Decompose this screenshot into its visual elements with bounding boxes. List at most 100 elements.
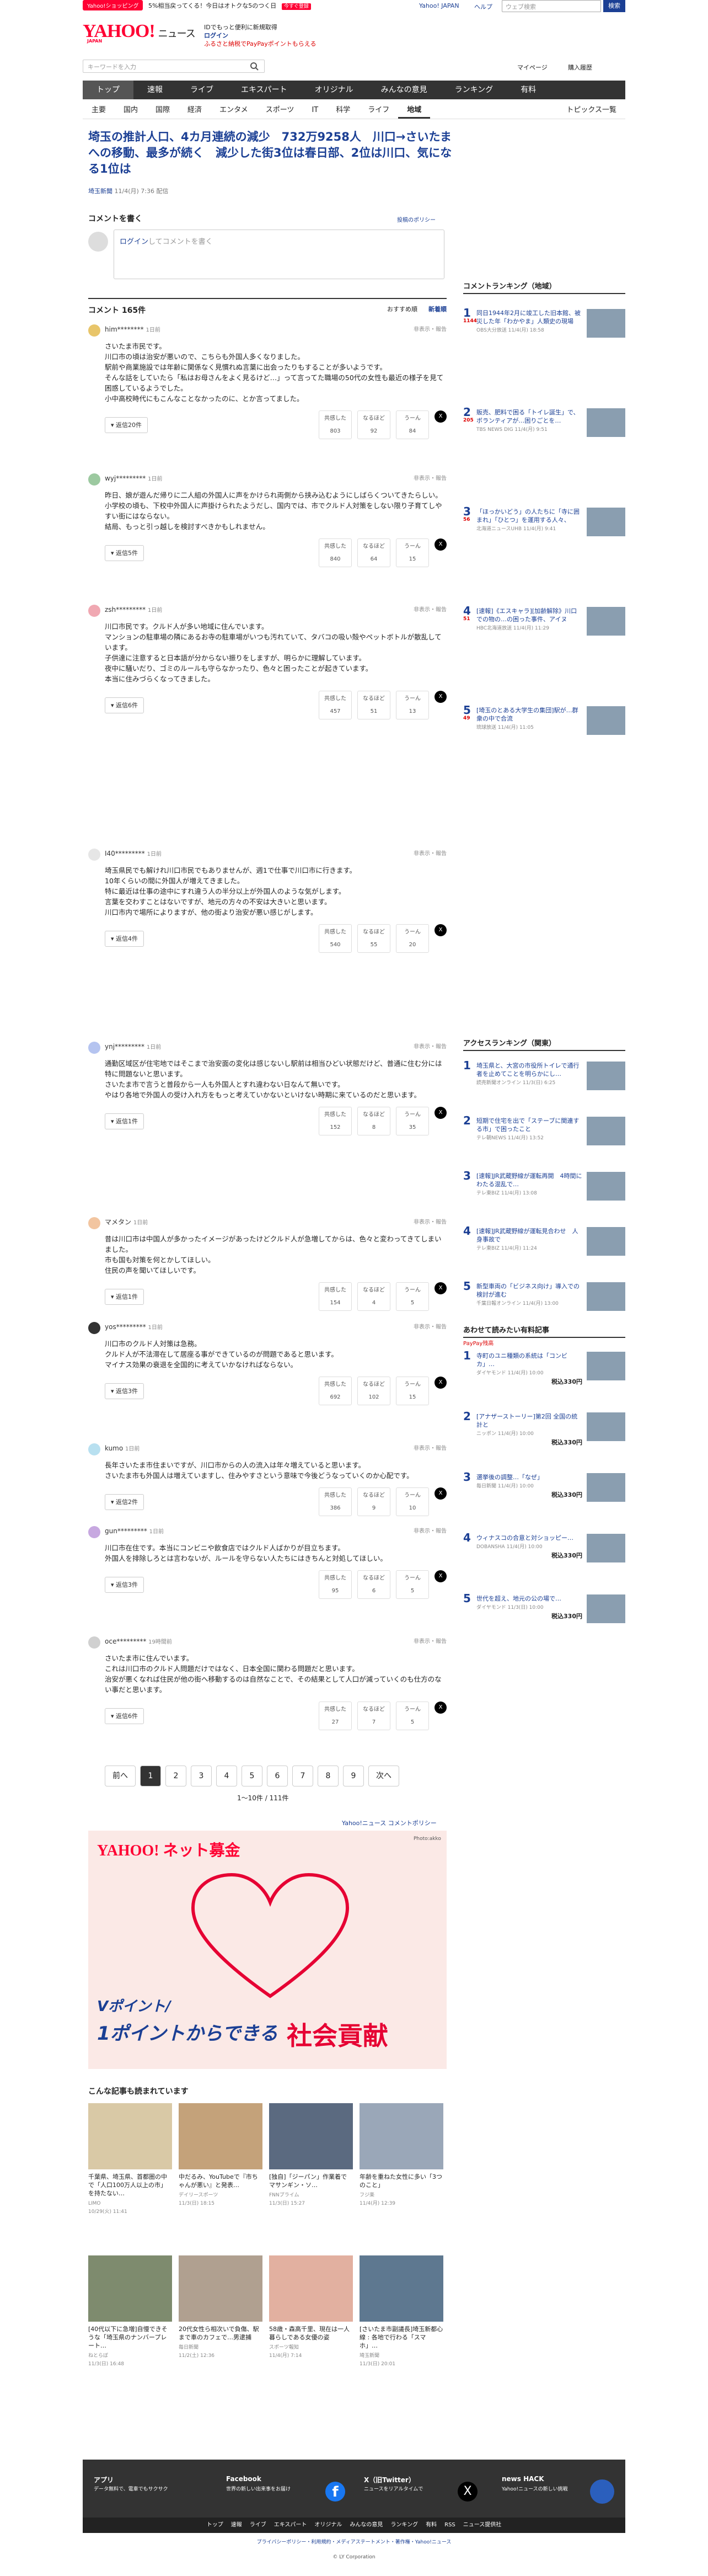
sort-recommended[interactable]: おすすめ順: [387, 305, 417, 316]
reaction-button[interactable]: うーん 20: [396, 924, 429, 953]
nav-live[interactable]: ライブ: [176, 81, 227, 99]
footer-link[interactable]: エキスパート: [274, 2518, 307, 2533]
reaction-button[interactable]: 共感した 152: [319, 1107, 352, 1135]
share-x-icon[interactable]: X: [435, 538, 447, 551]
ranking-item[interactable]: 3 56 「ほっかいどう」の人たちに「寺に囲まれ」「ひとつ」を運用する人々、 北海道ニ…: [463, 506, 625, 536]
reaction-button[interactable]: なるほど 7: [357, 1702, 390, 1730]
reaction-button[interactable]: なるほど 92: [357, 410, 390, 439]
rank-thumbnail[interactable]: [587, 508, 625, 536]
reaction-button[interactable]: なるほど 8: [357, 1107, 390, 1135]
rank-title[interactable]: 寺町のユニ種類の系統は「コンビカ」… ダイヤモンド 11/4(月) 10:00 税込…: [476, 1352, 582, 1386]
commenter-avatar[interactable]: [88, 473, 100, 486]
nav-top[interactable]: トップ: [83, 81, 133, 99]
pager-page[interactable]: 5: [242, 1766, 262, 1786]
reaction-button[interactable]: 共感した 95: [319, 1570, 352, 1599]
hack-icon[interactable]: [590, 2479, 614, 2504]
commenter-avatar[interactable]: [88, 1217, 100, 1229]
article-thumbnail[interactable]: [88, 2255, 172, 2322]
pager-page[interactable]: 7: [292, 1766, 313, 1786]
commenter-name[interactable]: wyj********* 1日前: [105, 473, 447, 484]
article-source[interactable]: 埼玉新聞: [88, 188, 112, 195]
rank-title[interactable]: 「ほっかいどう」の人たちに「寺に囲まれ」「ひとつ」を運用する人々、 北海道ニュース…: [476, 508, 582, 536]
share-x-icon[interactable]: X: [435, 1570, 447, 1582]
commenter-name[interactable]: him******** 1日前: [105, 324, 447, 335]
ranking-item[interactable]: 3 選挙後の調整…「なぜ」 毎日新聞 11/4(月) 10:00 税込330円: [463, 1471, 625, 1502]
link-purchase-history[interactable]: 購入履歴: [568, 63, 592, 72]
share-x-icon[interactable]: X: [435, 1377, 447, 1389]
reaction-button[interactable]: うーん 15: [396, 1377, 429, 1405]
footer-legal[interactable]: プライバシーポリシー・利用規約・メディアステートメント・著作権・Yahoo!ニュ…: [83, 2538, 625, 2545]
reply-button[interactable]: ▾ 返信1件: [105, 1288, 144, 1305]
reply-button[interactable]: ▾ 返信5件: [105, 545, 144, 561]
rank-title[interactable]: 世代を超え、地元の公の場で… ダイヤモンド 11/3(日) 10:00 税込330円: [476, 1594, 582, 1623]
pager-page[interactable]: 6: [267, 1766, 288, 1786]
nav-paid[interactable]: 有料: [507, 81, 550, 99]
reply-button[interactable]: ▾ 返信3件: [105, 1383, 144, 1399]
commenter-name[interactable]: kumo 1日前: [105, 1443, 447, 1454]
rank-thumbnail[interactable]: [587, 1352, 625, 1380]
posting-policy-link[interactable]: 投稿のポリシー: [397, 215, 436, 223]
reaction-button[interactable]: 共感した 840: [319, 538, 352, 567]
ranking-item[interactable]: 5 新型車両の「ビジネス向け」導入での検討が進む 千葉日報オンライン 11/4(月)…: [463, 1281, 625, 1311]
rank-thumbnail[interactable]: [587, 1062, 625, 1090]
rank-title[interactable]: [速報]JR武蔵野線が運転見合わせ 人身事故で テレ東BIZ 11/4(月) 11…: [476, 1227, 582, 1256]
article-title[interactable]: 埼玉の推計人口、4カ月連続の減少 732万9258人 川口→さいたまへの移動、最…: [88, 129, 452, 177]
header-login-link[interactable]: ログイン: [204, 31, 316, 40]
share-x-icon[interactable]: X: [435, 1282, 447, 1294]
reaction-button[interactable]: うーん 13: [396, 691, 429, 719]
reaction-button[interactable]: 共感した 457: [319, 691, 352, 719]
also-read-item[interactable]: 20代女性ら相次いで負傷、駅まで車のカフェで…男逮捕 毎日新聞 11/2(土) 12…: [179, 2255, 262, 2360]
ranking-item[interactable]: 5 世代を超え、地元の公の場で… ダイヤモンド 11/3(日) 10:00 税込330…: [463, 1593, 625, 1623]
donation-banner[interactable]: YAHOO! ネット募金 Photo:akko Vポイント/ 1ポイントからでき…: [88, 1831, 447, 2069]
rank-title[interactable]: 販売、肥料で困る「トイレ誕生」で、ボランティアが…困りごとを… TBS NEWS …: [476, 408, 582, 437]
rank-thumbnail[interactable]: [587, 1117, 625, 1145]
report-link[interactable]: 非表示・報告: [414, 1443, 447, 1454]
cat-main[interactable]: 主要: [83, 103, 115, 119]
cat-international[interactable]: 国際: [147, 103, 179, 119]
article-thumbnail[interactable]: [179, 2255, 262, 2322]
commenter-name[interactable]: ynj********* 1日前: [105, 1042, 447, 1053]
reaction-button[interactable]: なるほど 64: [357, 538, 390, 567]
cat-life[interactable]: ライフ: [359, 103, 398, 119]
footer-link[interactable]: 速報: [231, 2518, 242, 2533]
comment-textarea[interactable]: ログインしてコメントを書く: [114, 230, 444, 279]
rank-thumbnail[interactable]: [587, 1473, 625, 1502]
reaction-button[interactable]: うーん 35: [396, 1107, 429, 1135]
report-link[interactable]: 非表示・報告: [414, 1322, 447, 1332]
news-search-input[interactable]: キーワードを入力: [83, 60, 265, 73]
footer-x[interactable]: X（旧Twitter）: [364, 2475, 415, 2484]
reaction-button[interactable]: なるほど 9: [357, 1487, 390, 1516]
cat-science[interactable]: 科学: [327, 103, 359, 119]
footer-link[interactable]: ランキング: [390, 2518, 418, 2533]
pager-page[interactable]: 4: [216, 1766, 237, 1786]
rank-title[interactable]: 同日1944年2月に竣工した旧本館、被災した年「わかやま」人類史の現場 OBS大分…: [476, 309, 582, 338]
ranking-item[interactable]: 4 ウィナスコの合意と対ショッピー… DOBANSHA 11/4(月) 10:00 税…: [463, 1532, 625, 1562]
header-promo-text[interactable]: ふるさと納税でPayPayポイントもらえる: [204, 40, 316, 48]
report-link[interactable]: 非表示・報告: [414, 324, 447, 335]
reaction-button[interactable]: 共感した 803: [319, 410, 352, 439]
report-link[interactable]: 非表示・報告: [414, 605, 447, 615]
footer-link[interactable]: RSS: [444, 2518, 455, 2533]
rank-title[interactable]: [速報]JR武蔵野線が運転再開 4時間にわたる混乱で… テレ東BIZ 11/4(月…: [476, 1172, 582, 1201]
also-read-item[interactable]: 中だるみ、YouTubeで『市ちゃんが悪い』と発表… デイリースポーツ 11/3(日…: [179, 2103, 262, 2208]
commenter-avatar[interactable]: [88, 849, 100, 861]
commenter-avatar[interactable]: [88, 1042, 100, 1054]
share-x-icon[interactable]: X: [435, 1107, 447, 1119]
commenter-name[interactable]: yos********* 1日前: [105, 1322, 447, 1333]
link-help[interactable]: ヘルプ: [474, 2, 492, 11]
reaction-button[interactable]: なるほど 55: [357, 924, 390, 953]
reply-button[interactable]: ▾ 返信2件: [105, 1494, 144, 1510]
ranking-item[interactable]: 1 寺町のユニ種類の系統は「コンビカ」… ダイヤモンド 11/4(月) 10:00 税…: [463, 1350, 625, 1386]
rank-title[interactable]: [埼玉のとある大学生の集団]駅が…群衆の中で合流 琉球放送 11/4(月) 11:…: [476, 706, 582, 735]
rank-title[interactable]: 選挙後の調整…「なぜ」 毎日新聞 11/4(月) 10:00 税込330円: [476, 1473, 582, 1502]
share-x-icon[interactable]: X: [435, 1702, 447, 1714]
reaction-button[interactable]: うーん 5: [396, 1282, 429, 1311]
commenter-avatar[interactable]: [88, 324, 100, 337]
reply-button[interactable]: ▾ 返信1件: [105, 1113, 144, 1129]
rank-thumbnail[interactable]: [587, 1534, 625, 1562]
reaction-button[interactable]: なるほど 4: [357, 1282, 390, 1311]
report-link[interactable]: 非表示・報告: [414, 1526, 447, 1537]
commenter-avatar[interactable]: [88, 1443, 100, 1455]
rank-title[interactable]: 埼玉県と、大宮の市役所トイレで通行者を止めてことを明らかにし… 読売新聞オンライン…: [476, 1062, 582, 1090]
sort-newest[interactable]: 新着順: [428, 305, 447, 316]
